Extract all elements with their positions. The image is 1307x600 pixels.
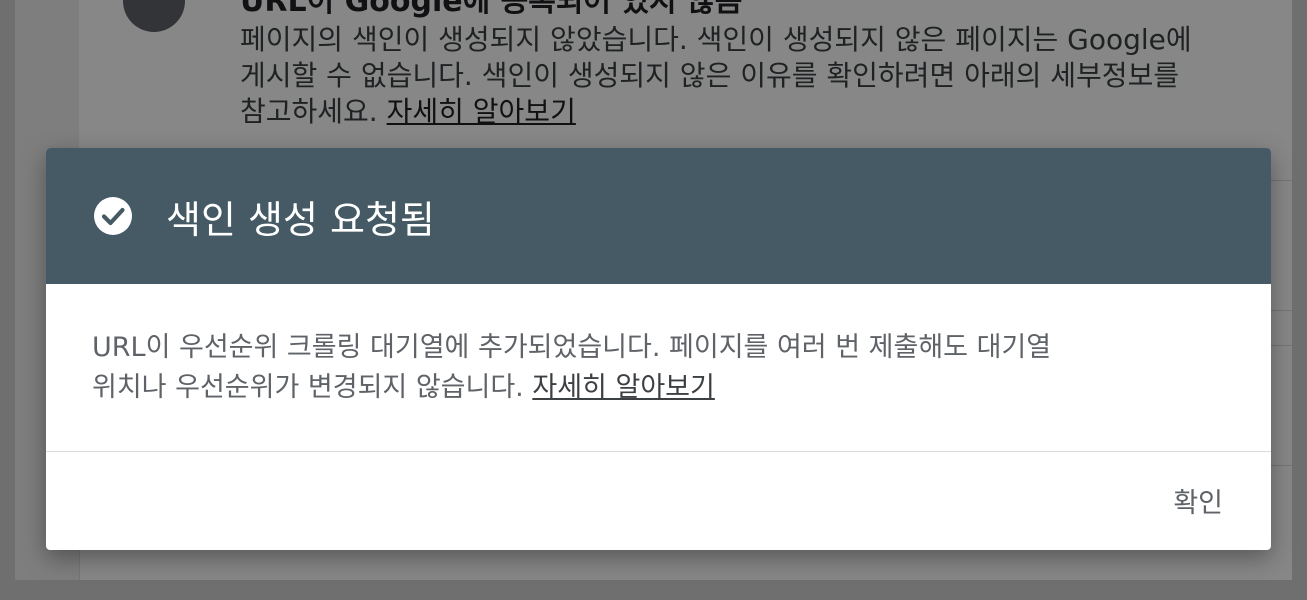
dialog-message-line: URL이 우선순위 크롤링 대기열에 추가되었습니다. 페이지를 여러 번 제출…: [92, 332, 1052, 363]
learn-more-link[interactable]: 자세히 알아보기: [532, 372, 714, 403]
dialog-header: 색인 생성 요청됨: [46, 148, 1271, 284]
dialog-message: URL이 우선순위 크롤링 대기열에 추가되었습니다. 페이지를 여러 번 제출…: [92, 328, 1232, 408]
indexing-requested-dialog: 색인 생성 요청됨 URL이 우선순위 크롤링 대기열에 추가되었습니다. 페이…: [46, 148, 1271, 550]
dialog-divider: [46, 451, 1271, 452]
confirm-button[interactable]: 확인: [1165, 476, 1231, 524]
dialog-message-line: 위치나 우선순위가 변경되지 않습니다. 자세히 알아보기: [92, 368, 1232, 408]
check-circle-icon: [94, 197, 132, 235]
dialog-title: 색인 생성 요청됨: [166, 197, 435, 242]
dialog-message-text: 위치나 우선순위가 변경되지 않습니다.: [92, 372, 524, 403]
